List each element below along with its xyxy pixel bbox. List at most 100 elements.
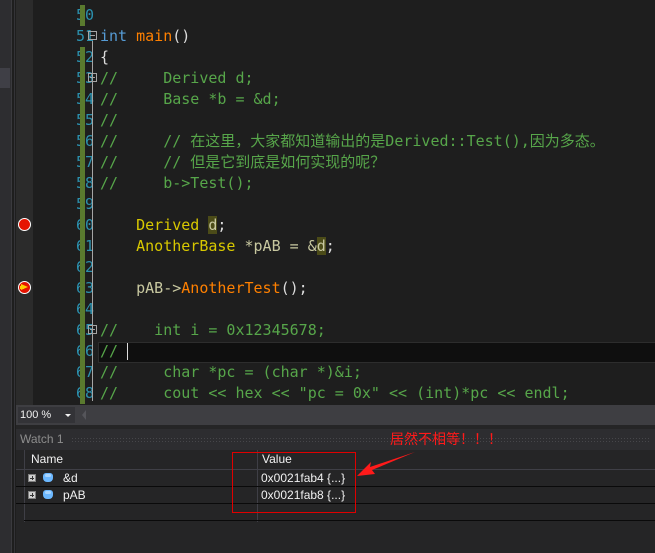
annotation-arrow-icon (357, 452, 415, 476)
line-number: 68 (38, 383, 94, 404)
line-number: 60 (38, 215, 94, 236)
code-line[interactable]: 68 // cout << hex << "pc = 0x" << (int)*p… (16, 383, 655, 404)
line-number: 55 (38, 110, 94, 131)
side-tab[interactable] (0, 68, 10, 88)
change-marker (80, 5, 85, 26)
zoom-level-dropdown[interactable]: 100 % (18, 407, 75, 423)
fold-guide (92, 335, 93, 401)
fold-guide (92, 83, 93, 191)
change-marker (80, 89, 85, 110)
code-line[interactable]: 54 // Base *b = &d; (16, 89, 655, 110)
line-number: 56 (38, 131, 94, 152)
code-line[interactable]: 51 int main() (16, 26, 655, 47)
watch-row-name: pAB (63, 488, 86, 502)
code-text: // // 但是它到底是如何实现的呢？ (100, 152, 385, 173)
code-line[interactable]: 62 (16, 257, 655, 278)
code-token: pAB-> (136, 279, 182, 297)
current-line-highlight (98, 342, 655, 363)
code-line[interactable]: 67 // char *pc = (char *)&i; (16, 362, 655, 383)
code-token: // Derived d; (100, 69, 254, 87)
code-token: ; (325, 237, 335, 255)
code-token: // int i = 0x12345678; (100, 321, 326, 339)
code-line[interactable]: 58 // b->Test(); (16, 173, 655, 194)
code-line[interactable]: 52 { (16, 47, 655, 68)
code-line[interactable]: 60 Derived d; (16, 215, 655, 236)
code-token: ; (217, 216, 227, 234)
line-number: 50 (38, 5, 94, 26)
watch-panel-title: Watch 1 (20, 432, 64, 446)
collapse-icon[interactable] (88, 31, 97, 40)
code-token: AnotherTest (181, 279, 281, 297)
code-line[interactable]: 63 pAB->AnotherTest(); (16, 278, 655, 299)
column-header-name[interactable]: Name (31, 452, 63, 466)
code-text: // Base *b = &d; (100, 89, 281, 110)
code-line[interactable]: 50 (16, 5, 655, 26)
code-text: { (100, 47, 109, 68)
code-token: // // 但是它到底是如何实现的呢？ (100, 153, 386, 171)
code-line[interactable]: 59 (16, 194, 655, 215)
code-token: int (100, 27, 128, 45)
code-line[interactable]: 66 // (16, 341, 655, 363)
change-marker (80, 173, 85, 194)
watch-panel-title-bar[interactable]: Watch 1 (16, 429, 655, 450)
scroll-left-icon[interactable] (82, 410, 86, 420)
code-line[interactable]: 55 // (16, 110, 655, 131)
code-text: int main() (100, 26, 190, 47)
divider (14, 0, 15, 553)
change-marker (80, 236, 85, 257)
line-number: 54 (38, 89, 94, 110)
change-marker (80, 215, 85, 236)
code-token: AnotherBase (136, 237, 236, 255)
code-token: (); (280, 279, 308, 297)
code-token: main (136, 27, 173, 45)
code-token: // Base *b = &d; (100, 90, 281, 108)
expand-icon[interactable] (28, 474, 36, 482)
line-number: 62 (38, 257, 94, 278)
line-number: 59 (38, 194, 94, 215)
code-line[interactable]: 56 // // 在这里，大家都知道输出的是Derived::Test(),因为多… (16, 131, 655, 152)
code-text: // b->Test(); (100, 173, 254, 194)
code-line[interactable]: 57 // // 但是它到底是如何实现的呢？ (16, 152, 655, 173)
code-token: // // 在这里，大家都知道输出的是Derived::Test(),因为多态。 (100, 132, 605, 150)
text-caret (127, 343, 129, 360)
current-statement-breakpoint-icon[interactable] (18, 281, 31, 294)
panel-drag-grip[interactable] (71, 437, 651, 442)
line-number: 58 (38, 173, 94, 194)
code-line[interactable]: 53 // Derived d; (16, 68, 655, 89)
line-number: 66 (38, 341, 94, 362)
change-marker (80, 257, 85, 278)
left-tool-strip (0, 0, 15, 553)
code-text: // char *pc = (char *)&i; (100, 362, 362, 383)
change-marker (80, 299, 85, 320)
expand-icon[interactable] (28, 491, 36, 499)
code-text: // (100, 341, 129, 362)
line-number: 63 (38, 278, 94, 299)
code-token: () (172, 27, 191, 45)
annotation-highlight-box (232, 452, 356, 513)
code-text: // int i = 0x12345678; (100, 320, 326, 341)
code-token: // char *pc = (char *)&i; (100, 363, 362, 381)
change-marker (80, 152, 85, 173)
code-line[interactable]: 61 AnotherBase *pAB = &d; (16, 236, 655, 257)
code-line[interactable]: 64 (16, 299, 655, 320)
line-number: 53 (38, 68, 94, 89)
editor-zoom-bar: 100 % (16, 405, 655, 425)
code-line[interactable]: 65 // int i = 0x12345678; (16, 320, 655, 341)
line-number: 52 (38, 47, 94, 68)
change-marker (80, 194, 85, 215)
change-marker (80, 362, 85, 383)
line-number: 61 (38, 236, 94, 257)
change-marker (80, 68, 85, 89)
line-number: 65 (38, 320, 94, 341)
breakpoint-icon[interactable] (18, 218, 31, 231)
object-icon (43, 490, 53, 499)
code-editor[interactable]: 5051 int main() 52 {53 // Derived d; 54 // Bas… (16, 0, 655, 405)
change-marker (80, 320, 85, 341)
line-number: 51 (75, 27, 94, 45)
change-marker (80, 47, 85, 68)
code-token: d (316, 237, 326, 255)
